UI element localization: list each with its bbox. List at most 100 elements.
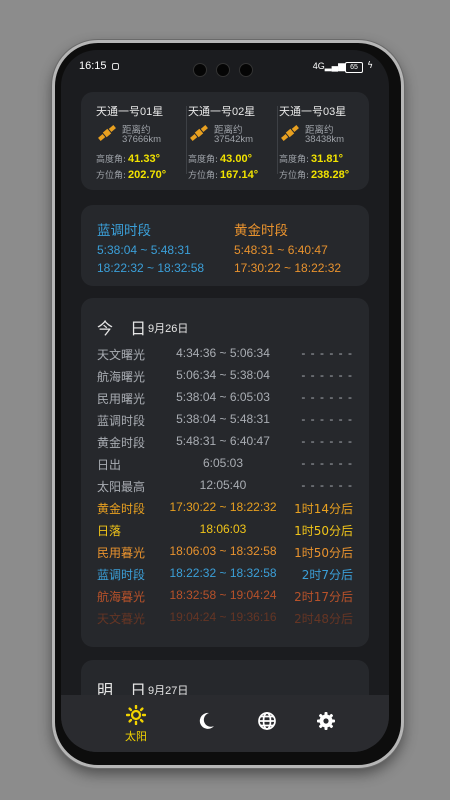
today-label: 今 日	[97, 319, 153, 338]
nav-tab-settings[interactable]	[301, 711, 351, 731]
elevation-label: 高度角:	[188, 155, 219, 165]
golden-hour-evening: 17:30:22 ~ 18:22:32	[234, 261, 342, 275]
event-time: 5:38:04 ~ 5:48:31	[176, 412, 270, 426]
bottom-nav: 太阳	[61, 695, 389, 752]
azimuth-value: 238.28°	[311, 169, 350, 181]
event-time: 5:06:34 ~ 5:38:04	[176, 368, 270, 382]
elevation-row: 高度角: 43.00°	[188, 152, 252, 165]
event-name: 蓝调时段	[97, 568, 146, 582]
elevation-label: 高度角:	[279, 155, 310, 165]
event-relative: 2时7分后	[301, 568, 353, 582]
event-time: 18:32:58 ~ 19:04:24	[169, 588, 277, 602]
camera-icon	[216, 63, 230, 77]
satellite-item: 天通一号01星 距离约 37666km 高度角: 41.33° 方位角: 202.7…	[96, 103, 184, 181]
nav-tab-globe[interactable]	[242, 711, 292, 731]
event-relative: - - - - - -	[301, 346, 353, 360]
golden-hour-title: 黄金时段	[234, 223, 288, 239]
event-row: 天文暮光 19:04:24 ~ 19:36:16 2时48分后	[81, 610, 369, 632]
camera-icon	[193, 63, 207, 77]
event-name: 天文曙光	[97, 348, 146, 362]
event-row: 航海曙光 5:06:34 ~ 5:38:04 - - - - - -	[81, 368, 369, 390]
event-relative: 2时17分后	[294, 590, 353, 604]
elevation-label: 高度角:	[96, 155, 127, 165]
event-name: 航海暮光	[97, 590, 146, 604]
sun-icon	[126, 705, 146, 725]
status-bar: 16:15 4G▂▄▆ 65 ϟ	[61, 50, 389, 82]
event-time: 18:06:03 ~ 18:32:58	[169, 544, 277, 558]
elevation-row: 高度角: 31.81°	[279, 152, 343, 165]
event-time: 12:05:40	[199, 478, 247, 492]
event-time: 17:30:22 ~ 18:22:32	[169, 500, 277, 514]
blue-hour-evening: 18:22:32 ~ 18:32:58	[97, 261, 205, 275]
signal-label: 4G	[312, 61, 325, 71]
azimuth-value: 202.70°	[128, 169, 167, 181]
nav-tab-sun[interactable]: 太阳	[111, 705, 161, 744]
azimuth-label: 方位角:	[188, 171, 219, 181]
event-row: 黄金时段 5:48:31 ~ 6:40:47 - - - - - -	[81, 434, 369, 456]
event-time: 4:34:36 ~ 5:06:34	[176, 346, 270, 360]
camera-icon	[239, 63, 253, 77]
satellite-name: 天通一号01星	[96, 106, 164, 118]
today-date: 9月26日	[148, 323, 189, 335]
event-row: 蓝调时段 18:22:32 ~ 18:32:58 2时7分后	[81, 566, 369, 588]
event-name: 黄金时段	[97, 436, 146, 450]
event-name: 黄金时段	[97, 502, 146, 516]
event-time: 5:38:04 ~ 6:05:03	[176, 390, 270, 404]
event-name: 民用暮光	[97, 546, 146, 560]
event-relative: 2时48分后	[294, 612, 353, 626]
azimuth-value: 167.14°	[220, 169, 259, 181]
distance-value: 37542km	[214, 134, 254, 145]
event-time: 6:05:03	[202, 456, 244, 470]
satellite-icon	[98, 125, 116, 141]
elevation-value: 31.81°	[311, 153, 343, 165]
event-row: 太阳最高 12:05:40 - - - - - -	[81, 478, 369, 500]
satellite-item: 天通一号02星 距离约 37542km 高度角: 43.00° 方位角: 167.1…	[188, 103, 276, 181]
event-row: 民用曙光 5:38:04 ~ 6:05:03 - - - - - -	[81, 390, 369, 412]
event-relative: - - - - - -	[301, 368, 353, 382]
elevation-value: 43.00°	[220, 153, 252, 165]
event-row: 日落 18:06:03 1时50分后	[81, 522, 369, 544]
today-card: 今 日 9月26日 天文曙光 4:34:36 ~ 5:06:34 - - - -…	[81, 298, 369, 647]
event-time: 19:04:24 ~ 19:36:16	[169, 610, 277, 624]
blue-hour-title: 蓝调时段	[97, 223, 151, 239]
divider	[277, 106, 278, 174]
event-relative: - - - - - -	[301, 478, 353, 492]
event-relative: - - - - - -	[301, 390, 353, 404]
golden-hour-column: 黄金时段 5:48:31 ~ 6:40:47 17:30:22 ~ 18:22:…	[234, 219, 341, 275]
satellite-icon	[190, 125, 208, 141]
satellite-icon	[281, 125, 299, 141]
charging-icon: ϟ	[367, 61, 373, 71]
status-time: 16:15	[79, 60, 107, 72]
event-name: 日落	[97, 524, 122, 538]
event-name: 蓝调时段	[97, 414, 146, 428]
event-relative: 1时50分后	[294, 524, 353, 538]
golden-hour-morning: 5:48:31 ~ 6:40:47	[234, 243, 328, 257]
azimuth-row: 方位角: 202.70°	[96, 168, 166, 181]
distance-value: 37666km	[122, 134, 162, 145]
event-relative: 1时50分后	[294, 546, 353, 560]
battery-icon: 65	[345, 62, 363, 73]
event-name: 日出	[97, 458, 122, 472]
event-time: 5:48:31 ~ 6:40:47	[176, 434, 270, 448]
azimuth-row: 方位角: 238.28°	[279, 168, 349, 181]
elevation-value: 41.33°	[128, 153, 160, 165]
azimuth-label: 方位角:	[96, 171, 127, 181]
event-row: 日出 6:05:03 - - - - - -	[81, 456, 369, 478]
satellite-name: 天通一号03星	[279, 106, 347, 118]
event-name: 航海曙光	[97, 370, 146, 384]
event-time: 18:06:03	[199, 522, 247, 536]
event-relative: - - - - - -	[301, 456, 353, 470]
satellite-item: 天通一号03星 距离约 38438km 高度角: 31.81° 方位角: 238.2…	[279, 103, 367, 181]
event-row: 蓝调时段 5:38:04 ~ 5:48:31 - - - - - -	[81, 412, 369, 434]
nav-label-sun: 太阳	[125, 730, 147, 743]
moon-icon	[199, 712, 214, 729]
event-relative: - - - - - -	[301, 412, 353, 426]
nav-tab-moon[interactable]	[182, 711, 232, 731]
globe-icon	[258, 712, 276, 730]
event-row: 航海暮光 18:32:58 ~ 19:04:24 2时17分后	[81, 588, 369, 610]
azimuth-row: 方位角: 167.14°	[188, 168, 258, 181]
event-row: 黄金时段 17:30:22 ~ 18:22:32 1时14分后	[81, 500, 369, 522]
app-screen: 16:15 4G▂▄▆ 65 ϟ 天通一号01星 距离约 37666km 高度角…	[61, 50, 389, 752]
event-time: 18:22:32 ~ 18:32:58	[169, 566, 277, 580]
elevation-row: 高度角: 41.33°	[96, 152, 160, 165]
